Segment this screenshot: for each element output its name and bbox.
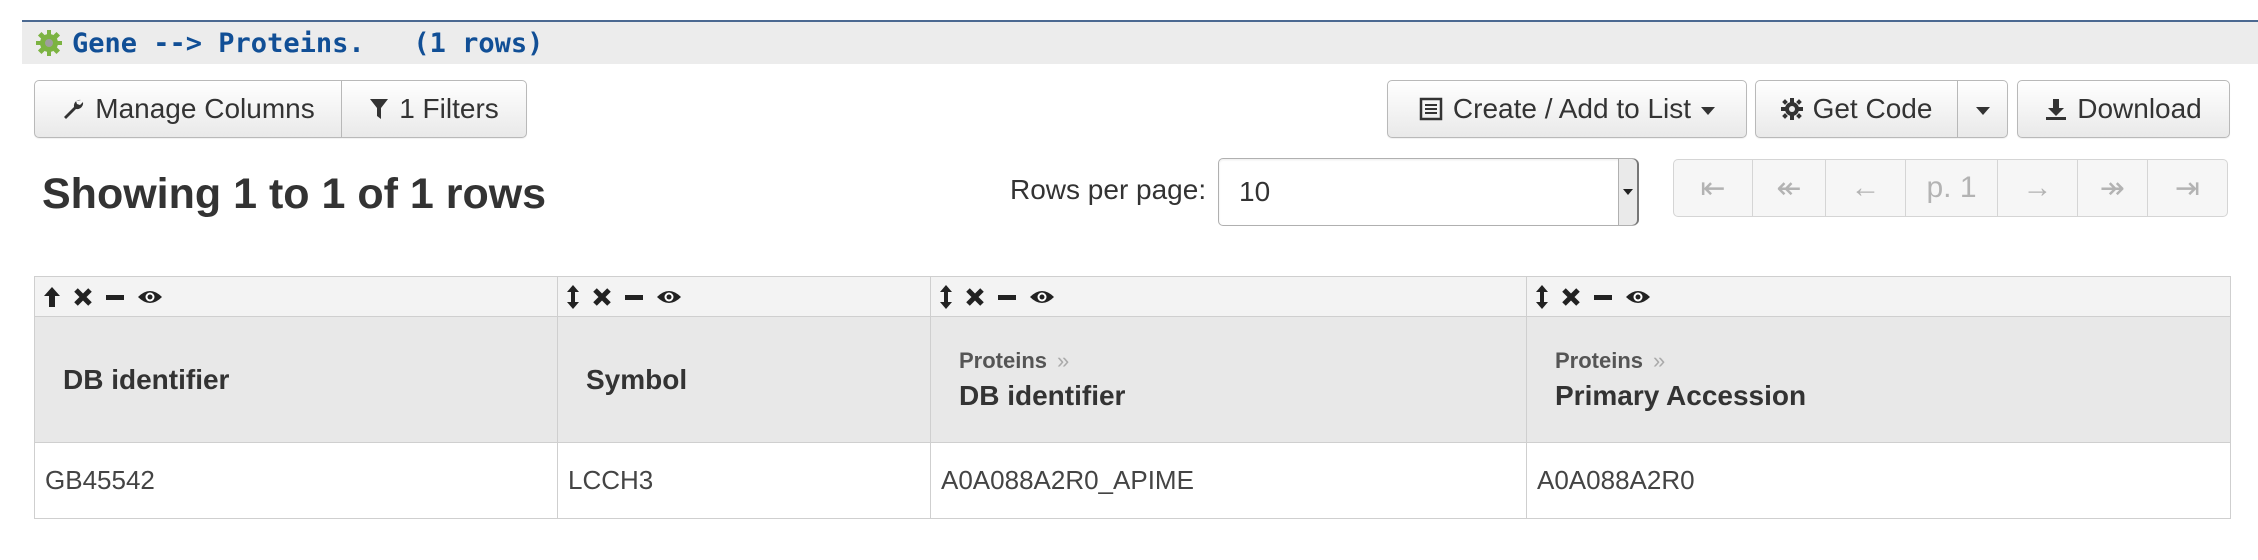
- sort-both-icon[interactable]: [1535, 284, 1549, 309]
- column-controls: [557, 276, 931, 317]
- eye-icon[interactable]: [656, 287, 682, 307]
- column-controls: [1526, 276, 2231, 317]
- next-page-button[interactable]: →: [1998, 159, 2078, 217]
- create-list-label: Create / Add to List: [1452, 93, 1692, 124]
- chevron-down-icon: [1975, 106, 1990, 115]
- rows-per-page-label: Rows per page:: [1010, 174, 1207, 205]
- column-header[interactable]: Proteins » Primary Accession: [1526, 316, 2231, 443]
- list-icon: [1419, 97, 1443, 121]
- sort-both-icon[interactable]: [566, 284, 580, 309]
- column-controls: [34, 276, 558, 317]
- create-add-to-list-button[interactable]: Create / Add to List: [1387, 80, 1747, 138]
- column-path-label: Proteins: [1555, 347, 1644, 373]
- first-page-button[interactable]: ⇤: [1673, 159, 1753, 217]
- download-label: Download: [2077, 93, 2202, 124]
- path-separator: »: [1057, 347, 1070, 373]
- puzzle-gear-icon: [36, 30, 62, 56]
- manage-columns-button[interactable]: Manage Columns: [34, 80, 342, 138]
- current-page-indicator: p. 1: [1906, 159, 1998, 217]
- back-many-button[interactable]: ↞: [1753, 159, 1826, 217]
- get-code-dropdown-toggle[interactable]: [1958, 80, 2008, 138]
- remove-column-icon[interactable]: [965, 287, 985, 307]
- results-title-bar: Gene --> Proteins. (1 rows): [22, 22, 2258, 64]
- eye-icon[interactable]: [1029, 287, 1055, 307]
- column-name: Symbol: [586, 363, 688, 395]
- rows-per-page-value: 10: [1239, 176, 1271, 207]
- table-cell[interactable]: LCCH3: [557, 442, 931, 519]
- download-button[interactable]: Download: [2017, 80, 2230, 138]
- manage-columns-label: Manage Columns: [95, 93, 315, 124]
- download-icon: [2046, 99, 2067, 120]
- column-header[interactable]: Symbol: [557, 316, 931, 443]
- remove-column-icon[interactable]: [73, 287, 93, 307]
- collapse-column-icon[interactable]: [624, 287, 644, 307]
- column-path: Proteins »: [959, 348, 1526, 374]
- rows-per-page-select[interactable]: 10: [1218, 158, 1638, 226]
- filters-label: 1 Filters: [399, 93, 499, 124]
- get-code-button[interactable]: Get Code: [1755, 80, 1958, 138]
- collapse-column-icon[interactable]: [997, 287, 1017, 307]
- column-header-row: DB identifier Symbol Proteins » DB identi…: [34, 316, 2231, 443]
- row-count: (1 rows): [413, 27, 544, 59]
- collapse-column-icon[interactable]: [105, 287, 125, 307]
- select-arrow-icon[interactable]: [1618, 159, 1637, 225]
- previous-page-button[interactable]: ←: [1826, 159, 1906, 217]
- gear-icon: [1780, 98, 1803, 120]
- sort-ascending-icon[interactable]: [43, 286, 61, 308]
- results-title: Gene --> Proteins. (1 rows): [72, 27, 544, 59]
- filters-button[interactable]: 1 Filters: [342, 80, 527, 138]
- chevron-down-icon: [1701, 106, 1716, 115]
- results-table: DB identifier Symbol Proteins » DB identi…: [34, 276, 2231, 519]
- table-cell[interactable]: A0A088A2R0_APIME: [930, 442, 1527, 519]
- pagination-controls: ⇤ ↞ ← p. 1 → ↠ ⇥: [1673, 159, 2228, 217]
- remove-column-icon[interactable]: [592, 287, 612, 307]
- column-header[interactable]: DB identifier: [34, 316, 558, 443]
- column-controls: [930, 276, 1527, 317]
- sort-both-icon[interactable]: [939, 284, 953, 309]
- column-header[interactable]: Proteins » DB identifier: [930, 316, 1527, 443]
- eye-icon[interactable]: [137, 287, 163, 307]
- column-name: Primary Accession: [1555, 379, 1807, 411]
- column-name: DB identifier: [959, 379, 1126, 411]
- get-code-label: Get Code: [1812, 93, 1933, 124]
- table-cell[interactable]: A0A088A2R0: [1526, 442, 2231, 519]
- eye-icon[interactable]: [1625, 287, 1651, 307]
- column-path: Proteins »: [1555, 348, 2230, 374]
- remove-column-icon[interactable]: [1561, 287, 1581, 307]
- column-name: DB identifier: [63, 363, 230, 395]
- filter-icon: [370, 99, 389, 119]
- showing-rows-summary: Showing 1 to 1 of 1 rows: [42, 170, 547, 218]
- collapse-column-icon[interactable]: [1593, 287, 1613, 307]
- table-cell[interactable]: GB45542: [34, 442, 558, 519]
- last-page-button[interactable]: ⇥: [2148, 159, 2228, 217]
- path-separator: »: [1653, 347, 1666, 373]
- forward-many-button[interactable]: ↠: [2078, 159, 2148, 217]
- column-controls-row: [34, 276, 2231, 317]
- wrench-icon: [64, 99, 84, 119]
- column-path-label: Proteins: [959, 347, 1048, 373]
- table-row: GB45542 LCCH3 A0A088A2R0_APIME A0A088A2R…: [34, 442, 2231, 519]
